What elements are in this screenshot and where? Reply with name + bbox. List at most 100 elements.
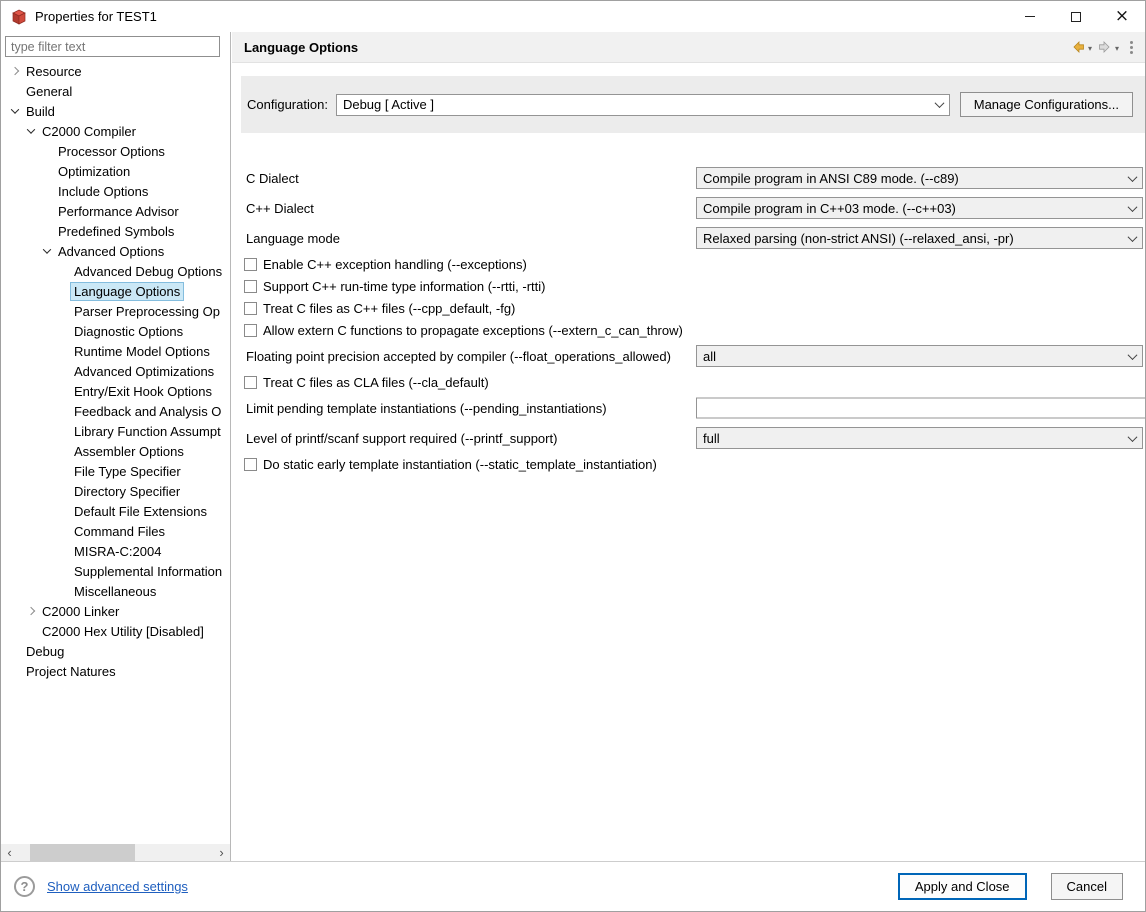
tree-item-c2000-compiler[interactable]: C2000 Compiler: [1, 121, 230, 141]
exceptions-checkbox[interactable]: [244, 258, 257, 271]
tree-item-library-function-assumptions[interactable]: Library Function Assumpt: [1, 421, 230, 441]
float-operations-allowed-select[interactable]: all: [696, 345, 1143, 367]
c-dialect-select[interactable]: Compile program in ANSI C89 mode. (--c89…: [696, 167, 1143, 189]
tree-item-label: Supplemental Information: [71, 563, 225, 580]
back-history-caret-icon[interactable]: ▾: [1088, 44, 1092, 53]
extern-c-can-throw-checkbox[interactable]: [244, 324, 257, 337]
tree-item-project-natures[interactable]: Project Natures: [1, 661, 230, 681]
tree-item-optimization[interactable]: Optimization: [1, 161, 230, 181]
tree-item-entry-exit-hook-options[interactable]: Entry/Exit Hook Options: [1, 381, 230, 401]
tree-item-label: Command Files: [71, 523, 168, 540]
tree-item-advanced-optimizations[interactable]: Advanced Optimizations: [1, 361, 230, 381]
tree-item-directory-specifier[interactable]: Directory Specifier: [1, 481, 230, 501]
tree-item-label: Optimization: [55, 163, 133, 180]
tree-item-label: Miscellaneous: [71, 583, 159, 600]
form-row-cla-default: Treat C files as CLA files (--cla_defaul…: [232, 371, 1145, 393]
view-menu-icon[interactable]: [1130, 41, 1133, 44]
close-button[interactable]: ×: [1099, 1, 1145, 32]
tree-item-c2000-linker[interactable]: C2000 Linker: [1, 601, 230, 621]
show-advanced-settings-link[interactable]: Show advanced settings: [47, 879, 188, 894]
extern-c-can-throw-label: Allow extern C functions to propagate ex…: [263, 323, 683, 338]
chevron-down-icon: [1123, 353, 1142, 360]
tree-item-predefined-symbols[interactable]: Predefined Symbols: [1, 221, 230, 241]
tree-item-assembler-options[interactable]: Assembler Options: [1, 441, 230, 461]
title-bar: Properties for TEST1 ×: [1, 1, 1145, 32]
scroll-left-icon[interactable]: ‹: [1, 844, 18, 861]
options-form: C DialectCompile program in ANSI C89 mod…: [232, 133, 1145, 475]
tree-item-default-file-extensions[interactable]: Default File Extensions: [1, 501, 230, 521]
scroll-right-icon[interactable]: ›: [213, 844, 230, 861]
tree-item-label: Runtime Model Options: [71, 343, 213, 360]
cpp-dialect-select[interactable]: Compile program in C++03 mode. (--c++03): [696, 197, 1143, 219]
tree-item-build[interactable]: Build: [1, 101, 230, 121]
chevron-down-icon[interactable]: [39, 248, 55, 254]
minimize-icon: [1025, 16, 1035, 17]
tree-item-label: Feedback and Analysis O: [71, 403, 224, 420]
tree-item-feedback-and-analysis[interactable]: Feedback and Analysis O: [1, 401, 230, 421]
tree-item-label: Build: [23, 103, 58, 120]
static-template-instantiation-label: Do static early template instantiation (…: [263, 457, 657, 472]
scrollbar-thumb[interactable]: [30, 844, 135, 861]
window-title: Properties for TEST1: [35, 9, 157, 24]
form-row-c-dialect: C DialectCompile program in ANSI C89 mod…: [232, 163, 1145, 193]
tree-item-label: Resource: [23, 63, 85, 80]
maximize-icon: [1071, 12, 1081, 22]
tree-item-advanced-options[interactable]: Advanced Options: [1, 241, 230, 261]
tree-item-c2000-hex-utility[interactable]: C2000 Hex Utility [Disabled]: [1, 621, 230, 641]
tree-item-performance-advisor[interactable]: Performance Advisor: [1, 201, 230, 221]
tree-item-supplemental-information[interactable]: Supplemental Information: [1, 561, 230, 581]
chevron-down-icon[interactable]: [23, 128, 39, 134]
content-panel: Language Options ▾ ▾ Configuration: Debu…: [232, 32, 1145, 861]
tree-item-general[interactable]: General: [1, 81, 230, 101]
cancel-button[interactable]: Cancel: [1051, 873, 1123, 900]
tree-item-label: Library Function Assumpt: [71, 423, 224, 440]
window-controls: ×: [1007, 1, 1145, 32]
tree-item-processor-options[interactable]: Processor Options: [1, 141, 230, 161]
static-template-instantiation-checkbox[interactable]: [244, 458, 257, 471]
float-operations-allowed-label: Floating point precision accepted by com…: [246, 349, 671, 364]
pending-instantiations-input[interactable]: [696, 398, 1145, 419]
manage-configurations-button[interactable]: Manage Configurations...: [960, 92, 1133, 117]
cpp-dialect-select-value: Compile program in C++03 mode. (--c++03): [697, 201, 1123, 216]
scrollbar-track[interactable]: [18, 844, 213, 861]
tree-item-command-files[interactable]: Command Files: [1, 521, 230, 541]
chevron-down-icon: [1123, 205, 1142, 212]
tree-item-runtime-model-options[interactable]: Runtime Model Options: [1, 341, 230, 361]
tree-item-resource[interactable]: Resource: [1, 61, 230, 81]
printf-support-select[interactable]: full: [696, 427, 1143, 449]
form-row-rtti: Support C++ run-time type information (-…: [232, 275, 1145, 297]
tree-item-label: C2000 Hex Utility [Disabled]: [39, 623, 207, 640]
help-icon[interactable]: ?: [14, 876, 35, 897]
tree-item-language-options[interactable]: Language Options: [1, 281, 230, 301]
form-row-extern-c-can-throw: Allow extern C functions to propagate ex…: [232, 319, 1145, 341]
language-mode-select-value: Relaxed parsing (non-strict ANSI) (--rel…: [697, 231, 1123, 246]
tree-item-miscellaneous[interactable]: Miscellaneous: [1, 581, 230, 601]
tree-item-diagnostic-options[interactable]: Diagnostic Options: [1, 321, 230, 341]
cpp-default-label: Treat C files as C++ files (--cpp_defaul…: [263, 301, 515, 316]
tree-item-label: MISRA-C:2004: [71, 543, 164, 560]
tree-item-parser-preprocessing-options[interactable]: Parser Preprocessing Op: [1, 301, 230, 321]
apply-and-close-button[interactable]: Apply and Close: [898, 873, 1027, 900]
cpp-default-checkbox[interactable]: [244, 302, 257, 315]
tree-item-advanced-debug-options[interactable]: Advanced Debug Options: [1, 261, 230, 281]
tree-item-label: General: [23, 83, 75, 100]
forward-history-caret-icon[interactable]: ▾: [1115, 44, 1119, 53]
chevron-down-icon: [1123, 235, 1142, 242]
language-mode-select[interactable]: Relaxed parsing (non-strict ANSI) (--rel…: [696, 227, 1143, 249]
tree-item-include-options[interactable]: Include Options: [1, 181, 230, 201]
chevron-down-icon[interactable]: [7, 108, 23, 114]
back-arrow-icon[interactable]: [1070, 39, 1086, 55]
tree-item-file-type-specifier[interactable]: File Type Specifier: [1, 461, 230, 481]
rtti-checkbox[interactable]: [244, 280, 257, 293]
configuration-select[interactable]: Debug [ Active ]: [336, 94, 950, 116]
forward-arrow-icon[interactable]: [1097, 39, 1113, 55]
filter-input[interactable]: [5, 36, 220, 57]
cla-default-checkbox[interactable]: [244, 376, 257, 389]
tree-item-misra-c-2004[interactable]: MISRA-C:2004: [1, 541, 230, 561]
chevron-right-icon[interactable]: [7, 68, 23, 74]
chevron-right-icon[interactable]: [23, 608, 39, 614]
minimize-button[interactable]: [1007, 1, 1053, 32]
maximize-button[interactable]: [1053, 1, 1099, 32]
tree-item-debug[interactable]: Debug: [1, 641, 230, 661]
tree-item-label: Debug: [23, 643, 67, 660]
